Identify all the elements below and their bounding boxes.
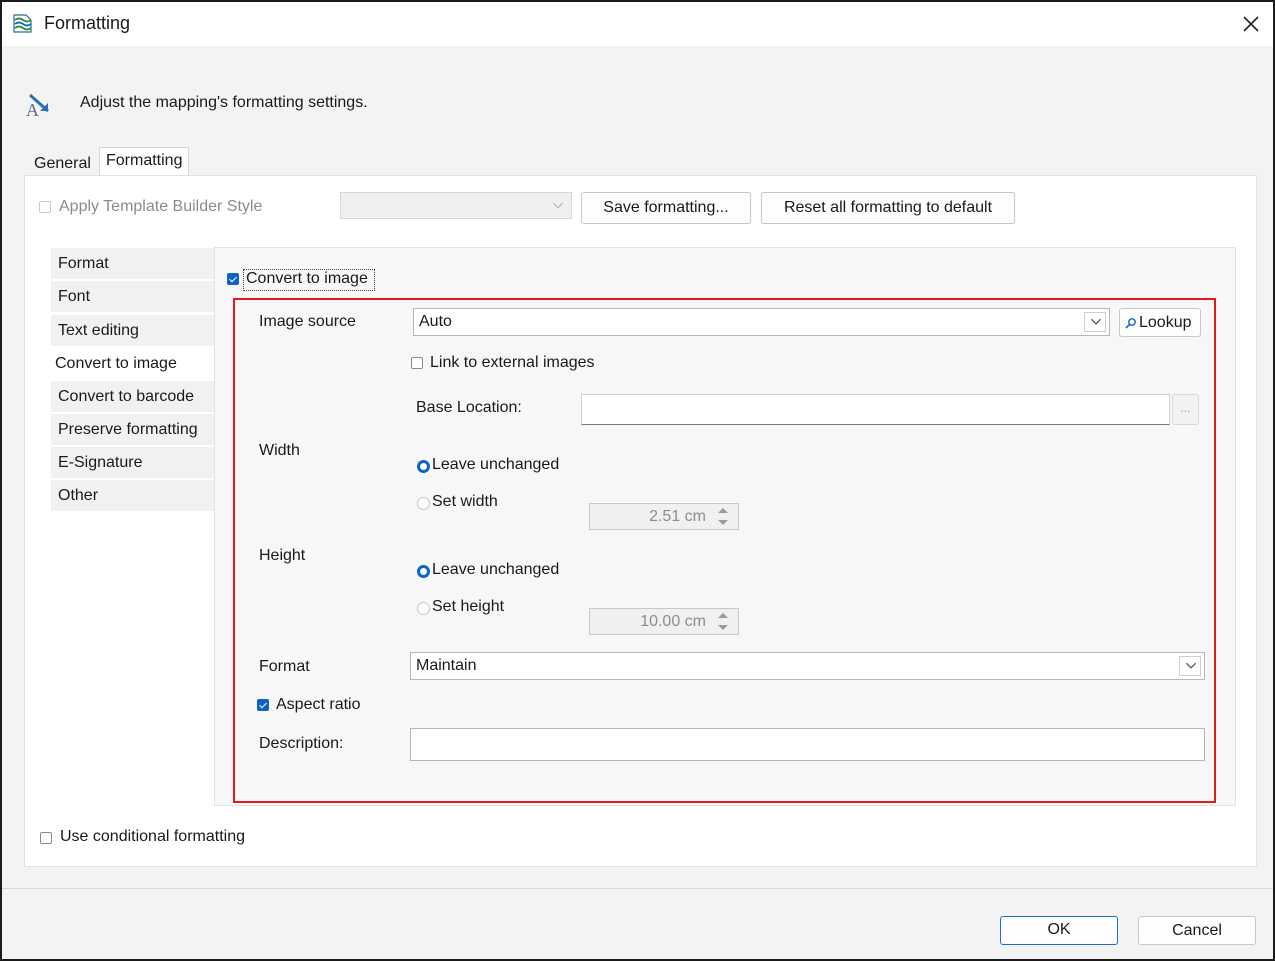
sidebar-item-label: Other: [58, 487, 99, 504]
height-spinner[interactable]: 10.00 cm: [589, 608, 739, 635]
close-icon[interactable]: [1237, 10, 1265, 38]
sidebar-item-label: Format: [58, 255, 109, 272]
reset-formatting-button[interactable]: Reset all formatting to default: [761, 192, 1015, 224]
base-location-input[interactable]: [581, 394, 1170, 425]
sidebar-item-convert-to-image[interactable]: Convert to image: [50, 348, 213, 380]
width-spinner[interactable]: 2.51 cm: [589, 503, 739, 530]
ok-label: OK: [1047, 921, 1071, 938]
save-formatting-label: Save formatting...: [603, 199, 729, 216]
width-label: Width: [259, 442, 300, 459]
tab-formatting[interactable]: Formatting: [99, 147, 190, 178]
sidebar-item-label: Text editing: [58, 322, 139, 339]
width-value: 2.51 cm: [649, 508, 706, 525]
format-label: Format: [259, 658, 310, 675]
conditional-formatting-label: Use conditional formatting: [60, 828, 245, 845]
apply-template-style-checkbox[interactable]: [39, 201, 51, 213]
link-external-images-checkbox[interactable]: [411, 357, 423, 369]
image-source-label: Image source: [259, 313, 356, 330]
set-height-label: Set height: [432, 598, 505, 615]
spin-down-icon[interactable]: [712, 622, 734, 633]
sidebar-item-e-signature[interactable]: E-Signature: [51, 447, 214, 479]
height-value: 10.00 cm: [640, 613, 706, 630]
convert-to-image-checkbox[interactable]: [227, 273, 239, 285]
browse-button[interactable]: ...: [1172, 394, 1199, 425]
ok-button[interactable]: OK: [1000, 916, 1118, 945]
spin-up-icon[interactable]: [712, 610, 734, 621]
sidebar-item-label: Convert to barcode: [58, 388, 195, 405]
link-external-images-label: Link to external images: [430, 354, 595, 371]
tab-formatting-label: Formatting: [106, 152, 183, 169]
aspect-ratio-label: Aspect ratio: [276, 696, 361, 713]
sidebar-item-format[interactable]: Format: [51, 248, 214, 280]
image-format-select[interactable]: Maintain: [410, 652, 1205, 680]
lookup-button[interactable]: Lookup: [1119, 308, 1201, 337]
set-height-radio[interactable]: [417, 602, 430, 615]
formatting-dialog: Formatting A Adjust the mapping's format…: [0, 0, 1275, 961]
formatting-header-icon: A: [26, 93, 49, 119]
aspect-ratio-checkbox[interactable]: [257, 699, 269, 711]
reset-formatting-label: Reset all formatting to default: [783, 199, 993, 216]
cancel-label: Cancel: [1172, 922, 1222, 939]
tab-general[interactable]: General: [28, 151, 97, 177]
sidebar-item-text-editing[interactable]: Text editing: [51, 315, 214, 347]
set-width-radio[interactable]: [417, 497, 430, 510]
width-leave-unchanged-radio[interactable]: [417, 460, 430, 473]
template-style-select[interactable]: [340, 192, 572, 219]
apply-template-style-label: Apply Template Builder Style: [59, 198, 263, 215]
app-logo-icon: [13, 14, 32, 33]
image-source-select[interactable]: Auto: [413, 308, 1110, 336]
lookup-label: Lookup: [1139, 314, 1192, 331]
base-location-label: Base Location:: [416, 399, 522, 416]
conditional-formatting-checkbox[interactable]: [40, 832, 52, 844]
sidebar-item-other[interactable]: Other: [51, 480, 214, 512]
sidebar-item-label: Font: [58, 288, 91, 305]
sidebar-item-label: Convert to image: [55, 355, 177, 372]
browse-label: ...: [1180, 401, 1191, 415]
sidebar-item-font[interactable]: Font: [51, 281, 214, 313]
sidebar-item-label: E-Signature: [58, 454, 143, 471]
image-source-value: Auto: [419, 313, 452, 330]
title-bar: Formatting: [2, 2, 1273, 46]
chevron-down-icon: [1185, 662, 1197, 669]
cancel-button[interactable]: Cancel: [1138, 916, 1256, 945]
footer-divider: [2, 888, 1273, 889]
header-description: Adjust the mapping's formatting settings…: [80, 94, 368, 111]
sidebar-item-label: Preserve formatting: [58, 421, 198, 438]
height-leave-unchanged-radio[interactable]: [417, 565, 430, 578]
search-icon: [1125, 318, 1136, 329]
height-leave-unchanged-label: Leave unchanged: [432, 561, 560, 578]
window-title: Formatting: [44, 13, 131, 33]
sidebar-item-convert-to-barcode[interactable]: Convert to barcode: [51, 381, 214, 413]
image-format-value: Maintain: [416, 657, 477, 674]
description-input[interactable]: [410, 728, 1205, 761]
set-width-label: Set width: [432, 493, 498, 510]
chevron-down-icon: [1090, 318, 1102, 325]
width-leave-unchanged-label: Leave unchanged: [432, 456, 560, 473]
description-label: Description:: [259, 735, 344, 752]
sidebar-item-preserve-formatting[interactable]: Preserve formatting: [51, 414, 214, 446]
spin-up-icon[interactable]: [712, 505, 734, 516]
chevron-down-icon: [552, 202, 564, 209]
convert-to-image-label: Convert to image: [246, 270, 368, 287]
spin-down-icon[interactable]: [712, 517, 734, 528]
height-label: Height: [259, 547, 306, 564]
save-formatting-button[interactable]: Save formatting...: [581, 192, 751, 224]
tab-general-label: General: [34, 155, 91, 172]
